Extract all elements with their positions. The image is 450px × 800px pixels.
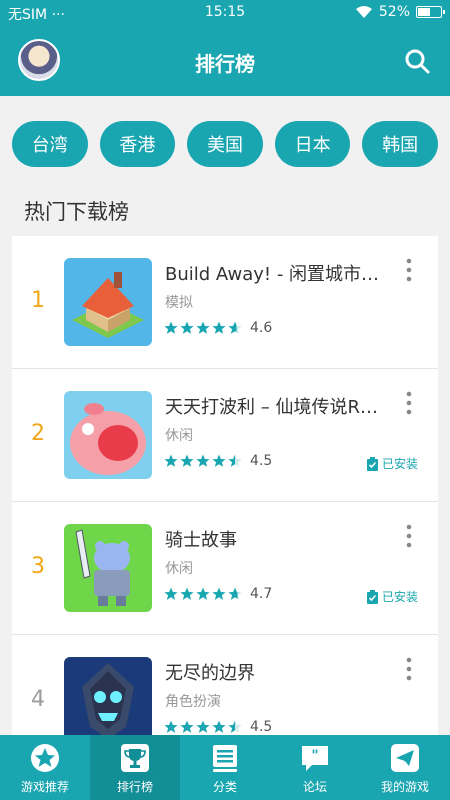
star-icon	[180, 720, 194, 733]
region-filter: 台湾 香港 美国 日本 韩国	[12, 121, 438, 169]
category-icon	[213, 745, 237, 772]
app-icon[interactable]	[64, 657, 152, 745]
rating-score: 4.5	[250, 719, 273, 735]
list-item[interactable]: 3 骑士故事 休闲 4.7 已安装	[12, 502, 438, 635]
rating-score: 4.6	[250, 320, 273, 336]
paper-plane-icon	[391, 744, 419, 772]
more-options-icon[interactable]	[404, 258, 414, 282]
rank-number: 2	[31, 421, 45, 446]
svg-text:": "	[311, 748, 318, 764]
wifi-icon	[355, 6, 372, 18]
section-title: 热门下载榜	[24, 200, 129, 224]
app-icon[interactable]	[64, 391, 152, 479]
star-icon	[164, 454, 178, 467]
star-icon	[196, 587, 210, 600]
app-category: 休闲	[165, 428, 193, 444]
region-chip-korea[interactable]: 韩国	[362, 121, 438, 167]
rank-number: 3	[31, 554, 45, 579]
installed-badge: 已安装	[366, 588, 418, 605]
star-icon	[196, 454, 210, 467]
bottom-tab-bar: 游戏推荐 排行榜 分类 " 论坛 我的游戏	[0, 735, 450, 800]
more-options-icon[interactable]	[404, 391, 414, 415]
list-item[interactable]: 1 Build Away! - 闲置城市… 模拟 4.6	[12, 236, 438, 369]
region-chip-usa[interactable]: 美国	[187, 121, 263, 167]
star-rating: 4.6	[164, 320, 272, 336]
star-icon	[212, 720, 226, 733]
star-icon	[196, 321, 210, 334]
app-icon[interactable]	[64, 258, 152, 346]
star-icon	[164, 321, 178, 334]
clipboard-check-icon	[366, 456, 378, 471]
star-rating: 4.7	[164, 586, 272, 602]
star-icon	[164, 720, 178, 733]
status-bar: 无SIM ··· 15:15 52%	[0, 0, 450, 26]
star-icon	[212, 321, 226, 334]
star-icon	[180, 587, 194, 600]
page-title: 排行榜	[195, 52, 255, 76]
star-rating: 4.5	[164, 719, 272, 735]
star-rating: 4.5	[164, 453, 272, 469]
star-icon	[228, 587, 242, 600]
clipboard-check-icon	[366, 589, 378, 604]
app-name[interactable]: 天天打波利 – 仙境传说R…	[165, 393, 380, 419]
star-icon	[228, 321, 242, 334]
forum-icon: "	[302, 746, 328, 771]
more-options-icon[interactable]	[404, 657, 414, 681]
tab-forum[interactable]: " 论坛	[270, 735, 360, 800]
app-icon[interactable]	[64, 524, 152, 612]
star-icon	[31, 744, 59, 772]
app-name[interactable]: 骑士故事	[165, 526, 380, 552]
rank-number: 4	[31, 687, 45, 712]
tab-game-recommend[interactable]: 游戏推荐	[0, 735, 90, 800]
star-icon	[212, 454, 226, 467]
star-icon	[196, 720, 210, 733]
battery-icon	[416, 6, 445, 18]
trophy-icon	[121, 744, 149, 772]
rating-score: 4.7	[250, 586, 273, 602]
star-icon	[164, 587, 178, 600]
more-options-icon[interactable]	[404, 524, 414, 548]
star-icon	[228, 720, 242, 733]
app-name[interactable]: Build Away! - 闲置城市…	[165, 260, 380, 286]
rating-score: 4.5	[250, 453, 273, 469]
app-bar: 排行榜	[0, 26, 450, 96]
tab-category[interactable]: 分类	[180, 735, 270, 800]
region-chip-taiwan[interactable]: 台湾	[12, 121, 88, 167]
search-icon[interactable]	[404, 48, 430, 74]
star-icon	[212, 587, 226, 600]
list-item[interactable]: 2 天天打波利 – 仙境传说R… 休闲 4.5 已安装	[12, 369, 438, 502]
installed-badge: 已安装	[366, 455, 418, 472]
tab-leaderboard[interactable]: 排行榜	[90, 735, 180, 800]
star-icon	[228, 454, 242, 467]
app-category: 模拟	[165, 295, 193, 311]
star-icon	[180, 321, 194, 334]
app-category: 角色扮演	[165, 694, 221, 710]
app-list: 1 Build Away! - 闲置城市… 模拟 4.6 2 天天打波利 – 仙…	[12, 236, 438, 768]
region-chip-japan[interactable]: 日本	[274, 121, 351, 167]
app-name[interactable]: 无尽的边界	[165, 659, 380, 685]
rank-number: 1	[31, 288, 45, 313]
tab-my-games[interactable]: 我的游戏	[360, 735, 450, 800]
region-chip-hongkong[interactable]: 香港	[99, 121, 176, 167]
star-icon	[180, 454, 194, 467]
battery-percent: 52%	[378, 4, 410, 20]
app-category: 休闲	[165, 561, 193, 577]
